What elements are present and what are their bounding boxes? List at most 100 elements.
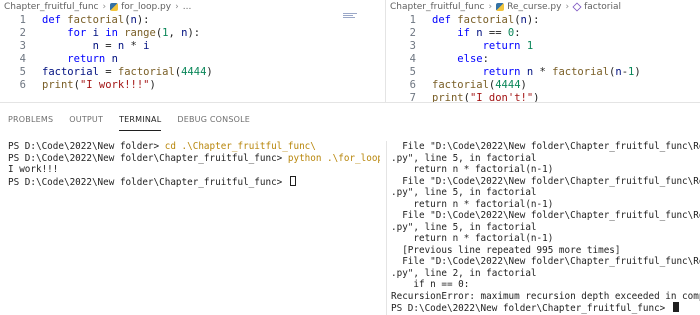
code-token: factorial (67, 14, 125, 26)
line-text[interactable]: if n == 0: (416, 27, 520, 40)
code-token: i (92, 27, 106, 39)
code-token: ): (136, 14, 150, 26)
code-token: return (67, 53, 112, 65)
line-number: 1 (19, 14, 26, 26)
breadcrumb-folder[interactable]: Chapter_fruitful_func (390, 2, 484, 12)
code-token: i (143, 40, 150, 52)
code-line[interactable]: 4 else: (386, 53, 700, 66)
code-token: ) (206, 66, 213, 78)
code-line[interactable]: 4 return n (0, 53, 385, 66)
function-symbol-icon (572, 2, 582, 12)
tab-terminal[interactable]: TERMINAL (119, 115, 162, 131)
line-text[interactable]: for i in range(1, n): (26, 27, 200, 40)
left-editor[interactable]: Chapter_fruitful_func › for_loop.py › ..… (0, 0, 385, 102)
breadcrumb-folder[interactable]: Chapter_fruitful_func (4, 2, 98, 12)
code-area[interactable]: 1 def factorial(n): 2 if n == 0: 3 return 1… (386, 14, 700, 102)
code-line[interactable]: 6 print("I work!!!") (0, 79, 385, 92)
line-number: 6 (409, 79, 416, 91)
minimap-icon[interactable] (343, 13, 357, 19)
line-text[interactable]: n = n * i (26, 40, 150, 53)
chevron-right-icon: › (175, 2, 179, 12)
tab-output[interactable]: OUTPUT (69, 115, 103, 131)
tab-problems[interactable]: PROBLEMS (8, 115, 53, 131)
terminal-output: PS D:\Code\2022\New folder\Chapter_fruit… (391, 303, 671, 314)
terminal-line: File "D:\Code\2022\New folder\Chapter_fr… (391, 176, 700, 188)
breadcrumb: Chapter_fruitful_func › Re_curse.py › fa… (386, 0, 700, 14)
code-token: = (98, 66, 118, 78)
code-line[interactable]: 2 for i in range(1, n): (0, 27, 385, 40)
code-line[interactable]: 7 print("I don't!") (386, 92, 700, 102)
line-text[interactable]: return n * factorial(n-1) (416, 66, 641, 79)
line-text[interactable]: return 1 (416, 40, 534, 53)
line-text[interactable]: def factorial(n): (26, 14, 150, 27)
terminal-command: python .\for_loop.py (287, 152, 380, 164)
terminal-output: return n * factorial(n-1) (391, 164, 554, 175)
terminal-output: File "D:\Code\2022\New folder\Chapter_fr… (402, 210, 700, 221)
terminal-line: if n == 0: (391, 279, 700, 291)
line-number: 5 (19, 66, 26, 78)
line-text[interactable]: return n (26, 53, 118, 66)
terminal-prompt: PS D:\Code\2022\New folder\Chapter_fruit… (8, 152, 288, 164)
breadcrumb: Chapter_fruitful_func › for_loop.py › ..… (0, 0, 385, 14)
code-line[interactable]: 6 factorial(4444) (386, 79, 700, 92)
terminal-command: cd .\Chapter_fruitful_func\ (164, 141, 316, 152)
terminal-line: File "D:\Code\2022\New folder\Chapter_fr… (391, 256, 700, 268)
code-line[interactable]: 2 if n == 0: (386, 27, 700, 40)
code-token: else (457, 53, 483, 65)
terminal-output: return n * factorial(n-1) (391, 233, 554, 244)
code-token: ) (520, 79, 527, 91)
terminal-line: File "D:\Code\2022\New folder\Chapter_fr… (391, 141, 700, 153)
terminal-line: PS D:\Code\2022\New folder\Chapter_fruit… (8, 153, 380, 165)
terminal-line: I work!!! (8, 164, 380, 176)
code-token: factorial (117, 66, 175, 78)
code-token: def (42, 14, 68, 26)
terminal-output: RecursionError: maximum recursion depth … (391, 290, 700, 302)
line-number: 2 (409, 27, 416, 39)
code-line[interactable]: 1 def factorial(n): (386, 14, 700, 27)
terminal-line: .py", line 5, in factorial (391, 222, 700, 234)
code-token: ) (634, 66, 641, 78)
right-editor[interactable]: Chapter_fruitful_func › Re_curse.py › fa… (385, 0, 700, 102)
code-token: : (482, 53, 489, 65)
line-text[interactable]: else: (416, 53, 489, 66)
line-number: 6 (19, 79, 26, 91)
line-text[interactable]: factorial = factorial(4444) (26, 66, 213, 79)
breadcrumb-symbol[interactable]: factorial (584, 2, 621, 12)
code-token: factorial (432, 79, 489, 91)
line-number: 4 (19, 53, 26, 65)
terminal-line: File "D:\Code\2022\New folder\Chapter_fr… (391, 210, 700, 222)
line-text[interactable]: print("I don't!") (416, 92, 539, 102)
terminal-output: I work!!! (8, 164, 59, 175)
code-token: 4444 (495, 79, 521, 91)
code-token: ): (187, 27, 201, 39)
terminal-line: PS D:\Code\2022\New folder\Chapter_fruit… (8, 175, 380, 189)
breadcrumb-file[interactable]: Re_curse.py (507, 2, 561, 12)
code-line[interactable]: 1 def factorial(n): (0, 14, 385, 27)
line-number: 4 (409, 53, 416, 65)
terminal-left[interactable]: PS D:\Code\2022\New folder> cd .\Chapter… (8, 141, 380, 315)
line-text[interactable]: factorial(4444) (416, 79, 527, 92)
chevron-right-icon: › (488, 2, 493, 12)
code-token: 1 (526, 40, 534, 52)
breadcrumb-trail[interactable]: ... (183, 2, 192, 12)
terminal-line: PS D:\Code\2022\New folder\Chapter_fruit… (391, 302, 700, 315)
code-line[interactable]: 5 return n * factorial(n-1) (386, 66, 700, 79)
line-text[interactable]: def factorial(n): (416, 14, 540, 27)
code-area[interactable]: 1 def factorial(n): 2 for i in range(1, n)… (0, 14, 385, 92)
code-token: == (482, 27, 508, 39)
terminal-line: .py", line 5, in factorial (391, 153, 700, 165)
code-line[interactable]: 3 n = n * i (0, 40, 385, 53)
line-text[interactable]: print("I work!!!") (26, 79, 156, 92)
code-line[interactable]: 5 factorial = factorial(4444) (0, 66, 385, 79)
line-number: 7 (409, 92, 416, 102)
tab-debug-console[interactable]: DEBUG CONSOLE (177, 115, 250, 131)
terminal-prompt: PS D:\Code\2022\New folder\Chapter_fruit… (8, 176, 288, 188)
terminal-cursor (672, 302, 679, 312)
code-line[interactable]: 3 return 1 (386, 40, 700, 53)
terminal-right[interactable]: File "D:\Code\2022\New folder\Chapter_fr… (386, 141, 700, 315)
code-token: factorial (457, 14, 515, 26)
breadcrumb-file[interactable]: for_loop.py (121, 2, 171, 12)
